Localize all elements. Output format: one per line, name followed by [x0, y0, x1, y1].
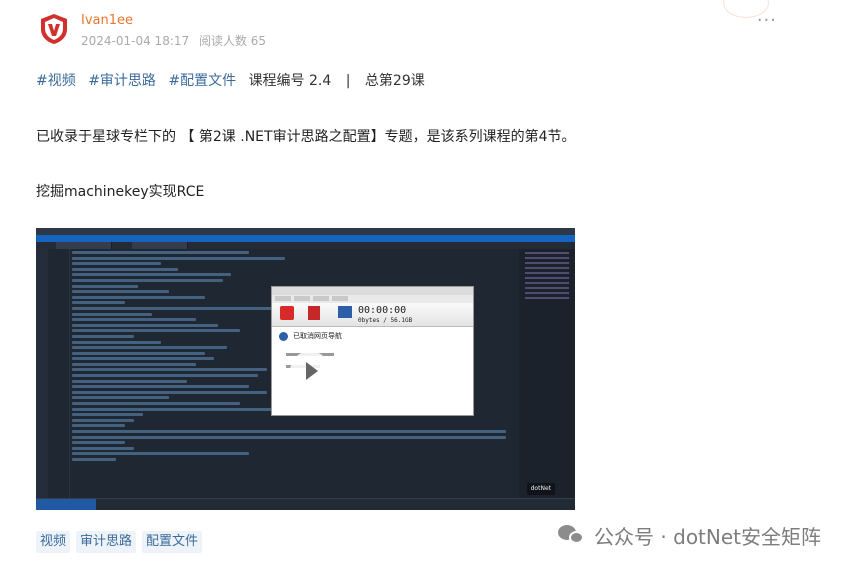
ide-activity-bar	[36, 249, 48, 498]
author-block: Ivan1ee 2024-01-04 18:17 阅读人数 65	[37, 12, 272, 52]
tag-video[interactable]: #视频	[36, 73, 76, 89]
ide-titlebar	[36, 228, 575, 235]
recorder-time: 00:00:00	[358, 305, 407, 316]
topic-heading: 挖掘machinekey实现RCE	[36, 184, 205, 200]
ide-tabs	[36, 242, 575, 249]
author-name[interactable]: Ivan1ee	[81, 12, 272, 30]
chip-video[interactable]: 视频	[36, 531, 71, 553]
intro-paragraph: 已收录于星球专栏下的 【 第2课 .NET审计思路之配置】专题，是该系列课程的第…	[36, 129, 576, 145]
course-number: 课程编号 2.4	[248, 73, 332, 89]
watermark-text: 公众号 · dotNet安全矩阵	[594, 525, 821, 549]
info-icon	[279, 332, 288, 341]
screen-icon	[338, 306, 352, 318]
publish-date: 2024-01-04 18:17	[81, 34, 190, 48]
ide-statusbar	[36, 498, 575, 510]
ide-notice-bar	[36, 235, 575, 242]
avatar[interactable]	[37, 12, 71, 46]
chip-audit[interactable]: 审计思路	[76, 531, 137, 553]
more-dots-icon[interactable]: ···	[757, 10, 777, 31]
record-icon	[280, 306, 294, 320]
tag-config[interactable]: #配置文件	[168, 73, 236, 89]
tag-chips: 视频 审计思路 配置文件	[36, 531, 203, 553]
video-player[interactable]: 00:00:00 0bytes / 56.1GB 已取消网页导航 dotNet	[36, 228, 575, 510]
wechat-icon	[558, 523, 588, 549]
video-watermark: dotNet	[526, 483, 555, 495]
stop-icon	[308, 306, 320, 320]
ide-minimap	[519, 249, 575, 498]
tag-line: #视频 #审计思路 #配置文件 课程编号 2.4 | 总第29课	[36, 71, 425, 91]
recorder-bytes: 0bytes / 56.1GB	[358, 317, 413, 324]
chip-config[interactable]: 配置文件	[142, 531, 203, 553]
recorder-message: 已取消网页导航	[293, 332, 342, 340]
read-count: 阅读人数 65	[198, 34, 267, 48]
account-watermark: 公众号 · dotNet安全矩阵	[558, 521, 821, 550]
ide-gutter	[48, 249, 70, 498]
tag-audit[interactable]: #审计思路	[88, 73, 156, 89]
total-lessons: 总第29课	[364, 73, 425, 89]
play-icon[interactable]	[290, 351, 330, 391]
recorder-window: 00:00:00 0bytes / 56.1GB 已取消网页导航	[271, 286, 474, 416]
separator: |	[345, 73, 351, 89]
shield-logo-icon	[41, 14, 67, 44]
